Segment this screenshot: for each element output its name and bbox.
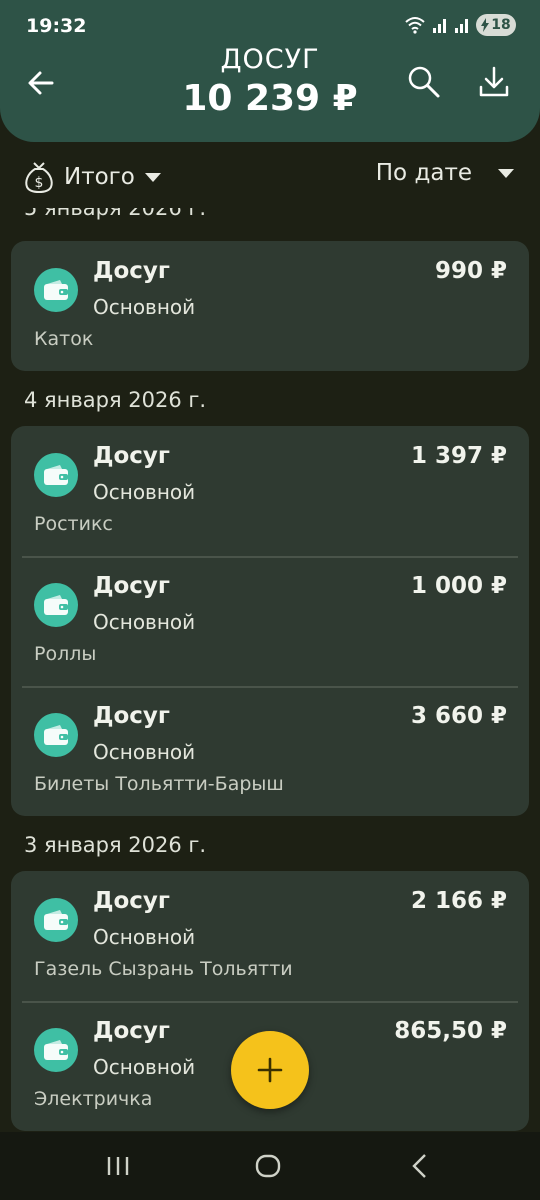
- total-amount: 10 239 ₽: [182, 78, 358, 119]
- category-icon: [34, 1028, 78, 1072]
- money-bag-icon: $: [25, 162, 53, 194]
- plus-icon: [257, 1057, 283, 1083]
- transaction-category: Досуг: [93, 703, 170, 729]
- category-icon: [34, 453, 78, 497]
- sort-dropdown[interactable]: По дате: [376, 160, 514, 186]
- signal-icon-2: [455, 19, 468, 33]
- transaction-account: Основной: [93, 740, 196, 764]
- sort-label: По дате: [375, 160, 472, 186]
- transaction-list[interactable]: 5 января 2026 г. Досуг Основной Каток 990 ₽…: [0, 208, 540, 1132]
- category-icon: [34, 268, 78, 312]
- recent-apps-icon[interactable]: [102, 1150, 134, 1182]
- transaction-group-card: Досуг Основной Ростикс 1 397 ₽ Досуг Основной…: [11, 426, 529, 816]
- transaction-note: Ростикс: [34, 513, 113, 535]
- transaction-row[interactable]: Досуг Основной Роллы 1 000 ₽: [11, 556, 529, 686]
- transaction-account: Основной: [93, 480, 196, 504]
- transaction-note: Газель Сызрань Тольятти: [34, 958, 293, 980]
- transaction-row[interactable]: Досуг Основной Билеты Тольятти-Барыш 3 660 …: [11, 686, 529, 816]
- transaction-amount: 990 ₽: [434, 258, 507, 284]
- transaction-category: Досуг: [93, 258, 170, 284]
- signal-icon: [433, 19, 446, 33]
- wallet-icon: [44, 725, 68, 745]
- wallet-icon: [44, 910, 68, 930]
- search-icon[interactable]: [406, 64, 442, 100]
- transaction-category: Досуг: [93, 443, 170, 469]
- group-filter-label: Итого: [64, 164, 135, 190]
- transaction-note: Билеты Тольятти-Барыш: [34, 773, 284, 795]
- transaction-amount: 3 660 ₽: [410, 703, 507, 729]
- transaction-account: Основной: [93, 295, 196, 319]
- category-icon: [34, 583, 78, 627]
- date-header-partial: 5 января 2026 г.: [24, 208, 207, 220]
- transaction-row[interactable]: Досуг Основной Газель Сызрань Тольятти 2 16…: [11, 871, 529, 1001]
- status-time: 19:32: [26, 15, 87, 37]
- transaction-row[interactable]: Досуг Основной Каток 990 ₽: [11, 241, 529, 371]
- app-header: 19:32 18 ДОСУГ 10 239 ₽: [0, 0, 540, 142]
- download-icon[interactable]: [476, 64, 512, 100]
- status-icons: 18: [404, 14, 516, 36]
- category-icon: [34, 898, 78, 942]
- back-nav-icon[interactable]: [404, 1150, 436, 1182]
- transaction-amount: 865,50 ₽: [394, 1018, 507, 1044]
- chevron-down-icon: [498, 168, 514, 178]
- filter-row: $ Итого По дате: [0, 152, 540, 204]
- wallet-icon: [44, 1040, 68, 1060]
- charging-icon: [481, 18, 490, 32]
- wallet-icon: [44, 595, 68, 615]
- transaction-account: Основной: [93, 610, 196, 634]
- svg-text:$: $: [35, 175, 44, 191]
- transaction-category: Досуг: [93, 1018, 170, 1044]
- battery-level: 18: [491, 17, 511, 33]
- add-transaction-button[interactable]: [231, 1031, 309, 1109]
- transaction-amount: 2 166 ₽: [410, 888, 507, 914]
- wallet-icon: [44, 465, 68, 485]
- transaction-row[interactable]: Досуг Основной Ростикс 1 397 ₽: [11, 426, 529, 556]
- system-nav-bar: [0, 1132, 540, 1200]
- category-icon: [34, 713, 78, 757]
- page-title: ДОСУГ: [220, 44, 320, 75]
- date-header: 3 января 2026 г.: [24, 833, 207, 857]
- transaction-category: Досуг: [93, 573, 170, 599]
- transaction-account: Основной: [93, 925, 196, 949]
- transaction-amount: 1 397 ₽: [410, 443, 507, 469]
- chevron-down-icon: [144, 172, 161, 182]
- wifi-icon: [405, 17, 425, 34]
- transaction-note: Роллы: [34, 643, 97, 665]
- battery-indicator: 18: [476, 14, 516, 36]
- date-header: 4 января 2026 г.: [24, 388, 207, 412]
- home-icon[interactable]: [252, 1150, 284, 1182]
- transaction-category: Досуг: [93, 888, 170, 914]
- wallet-icon: [44, 280, 68, 300]
- transaction-note: Электричка: [34, 1088, 153, 1110]
- group-filter-dropdown[interactable]: $ Итого: [24, 160, 161, 194]
- transaction-amount: 1 000 ₽: [410, 573, 507, 599]
- transaction-account: Основной: [93, 1055, 196, 1079]
- transaction-group-card: Досуг Основной Каток 990 ₽: [11, 241, 529, 371]
- transaction-note: Каток: [34, 328, 94, 350]
